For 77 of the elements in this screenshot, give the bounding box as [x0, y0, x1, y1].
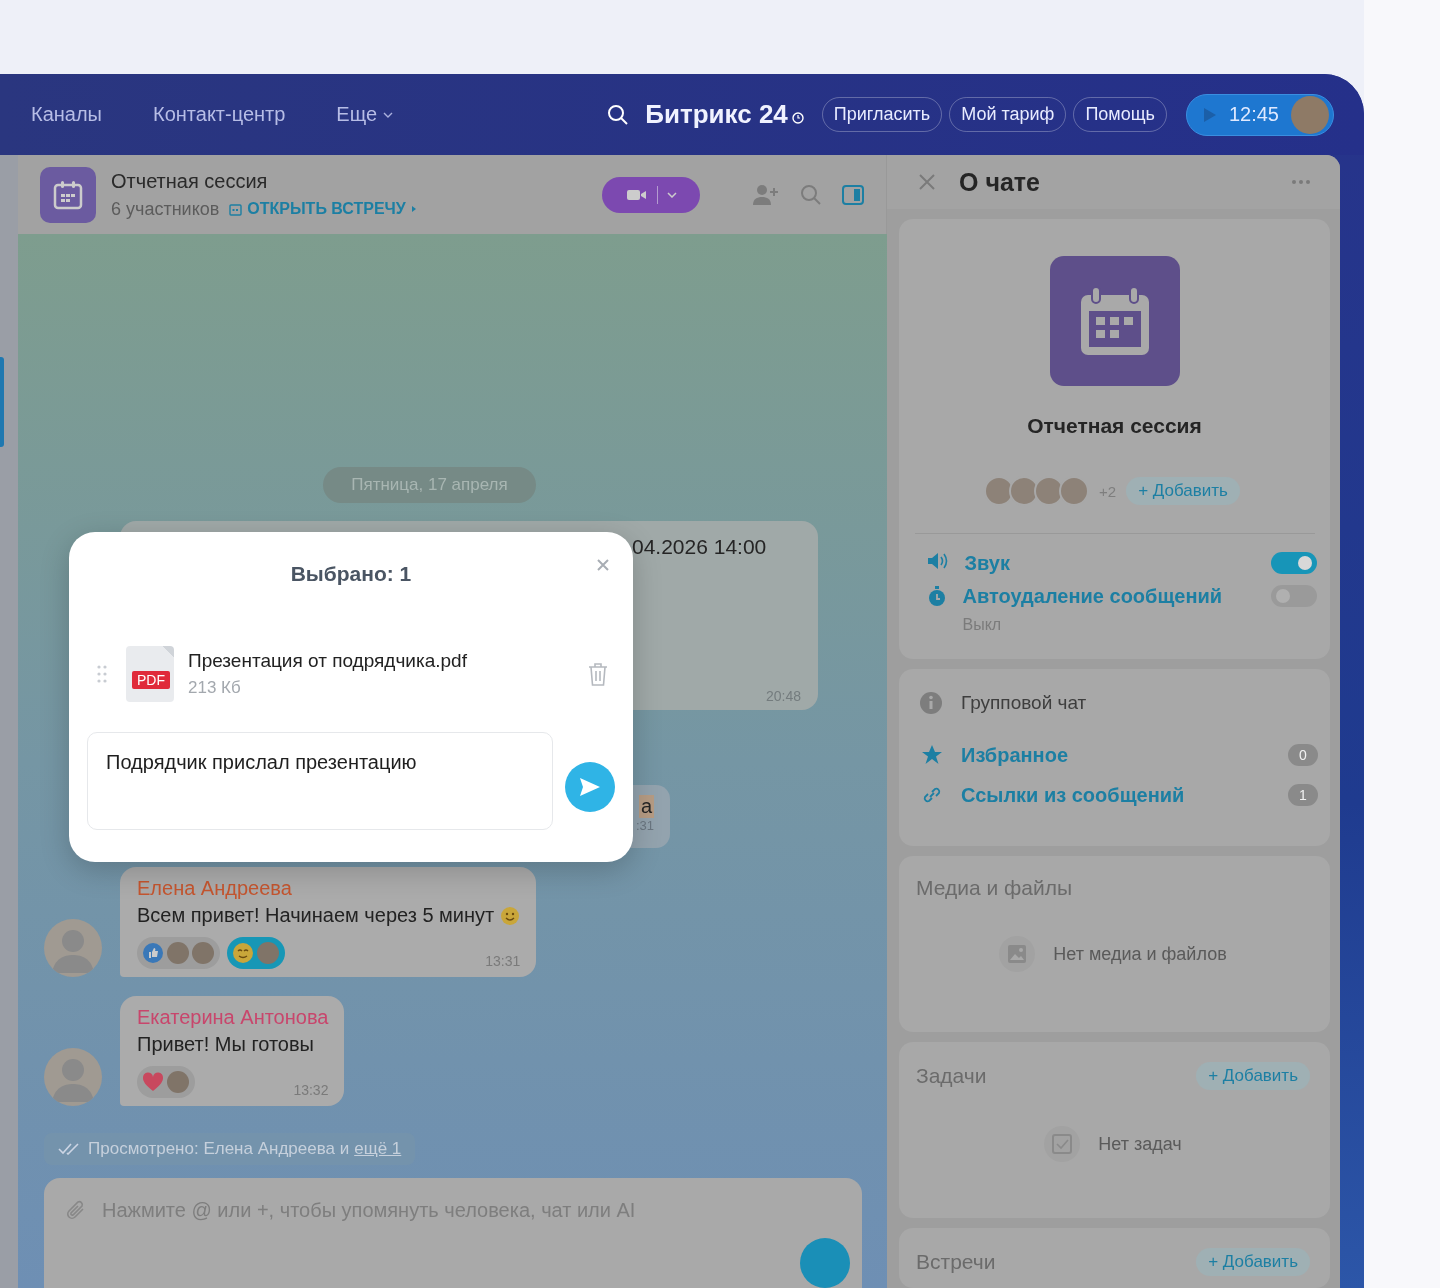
reaction[interactable] — [137, 1066, 195, 1098]
send-button[interactable] — [565, 762, 615, 812]
panel-title: О чате — [959, 167, 1041, 197]
speaker-icon — [926, 552, 949, 570]
chat-type: Групповой чат — [961, 692, 1087, 714]
nav-link[interactable]: Контакт-центр — [153, 103, 286, 126]
seen-text: Просмотрено: Елена Андреева и — [88, 1139, 350, 1159]
author-name: Елена Андреева — [137, 877, 293, 900]
calendar-icon — [40, 166, 96, 223]
nav-link[interactable]: Каналы — [31, 103, 102, 126]
add-user-icon[interactable] — [752, 183, 780, 206]
search-icon[interactable] — [607, 103, 630, 126]
setting-label: Звук — [964, 552, 1011, 575]
close-icon[interactable] — [597, 559, 609, 571]
message-input[interactable]: Подрядчик прислал презентацию — [87, 732, 553, 830]
dialog-title: Выбрано: 1 — [290, 562, 412, 586]
info-icon — [919, 691, 943, 715]
count-badge: 1 — [1288, 784, 1318, 806]
add-button[interactable]: + Добавить — [1196, 1062, 1310, 1090]
image-icon — [999, 936, 1036, 972]
file-type-badge: PDF — [132, 671, 170, 689]
panel-link[interactable]: Избранное 0 — [919, 735, 1318, 775]
message-text: Привет! Мы готовы — [137, 1033, 314, 1056]
empty-state-text: Нет медиа и файлов — [1053, 943, 1227, 965]
video-call-button[interactable] — [602, 176, 700, 213]
smiley-icon — [232, 942, 254, 964]
more-viewers-link[interactable]: ещё 1 — [354, 1139, 402, 1159]
member-count: 6 участников — [111, 198, 220, 220]
file-size: 213 Кб — [188, 678, 242, 698]
chat-title: Отчетная сессия — [111, 169, 269, 193]
toggle-switch[interactable] — [1270, 552, 1317, 574]
close-icon[interactable] — [919, 174, 935, 190]
message-text: 04.2026 14:00 — [632, 535, 767, 558]
avatar — [192, 942, 214, 964]
logo-text: Битрикс 24 — [645, 99, 788, 130]
avatar — [1291, 95, 1329, 134]
empty-state-text: Нет задач — [1098, 1133, 1182, 1155]
camera-icon — [625, 187, 648, 202]
panel-link[interactable]: Ссылки из сообщений 1 — [919, 775, 1318, 815]
send-button[interactable] — [800, 1238, 850, 1288]
caret-icon — [666, 191, 677, 198]
heart-icon — [142, 1072, 164, 1092]
avatar — [257, 942, 279, 964]
avatar — [167, 1071, 189, 1093]
avatar — [167, 942, 189, 964]
calendar-icon — [1049, 256, 1180, 386]
drag-handle-icon[interactable] — [97, 664, 107, 684]
message-text: Всем привет! Начинаем через 5 минут — [137, 904, 495, 927]
count-badge: 0 — [1288, 744, 1318, 766]
clock-icon — [791, 111, 804, 124]
double-check-icon — [58, 1143, 80, 1155]
section-title: Медиа и файлы — [916, 876, 1073, 900]
message-text: а — [638, 795, 654, 818]
nav-link[interactable]: Еще — [336, 103, 394, 126]
section-title: Встречи — [916, 1250, 996, 1274]
star-icon — [921, 744, 943, 766]
calendar-icon — [229, 202, 243, 216]
send-icon — [578, 776, 602, 798]
stopwatch-icon — [926, 585, 947, 607]
add-button[interactable]: + Добавить — [1196, 1248, 1310, 1276]
thumbs-up-icon — [142, 942, 164, 964]
setting-label: Автоудаление сообщений — [962, 585, 1224, 608]
add-member-button[interactable]: + Добавить — [1126, 477, 1240, 505]
side-panel-icon[interactable] — [842, 184, 864, 205]
play-icon — [1202, 106, 1217, 123]
task-icon — [1044, 1126, 1081, 1162]
reaction[interactable] — [227, 937, 285, 969]
reaction[interactable] — [137, 937, 220, 969]
triangle-icon — [410, 205, 417, 213]
chat-name: Отчетная сессия — [1027, 414, 1202, 438]
more-icon[interactable] — [1292, 180, 1310, 184]
time-button[interactable]: 12:45 — [1185, 93, 1334, 136]
file-name: Презентация от подрядчика.pdf — [188, 650, 468, 672]
section-title: Задачи — [916, 1064, 987, 1088]
smiley-icon — [500, 905, 521, 926]
trash-icon[interactable] — [587, 661, 609, 687]
author-name: Екатерина Антонова — [137, 1006, 329, 1029]
